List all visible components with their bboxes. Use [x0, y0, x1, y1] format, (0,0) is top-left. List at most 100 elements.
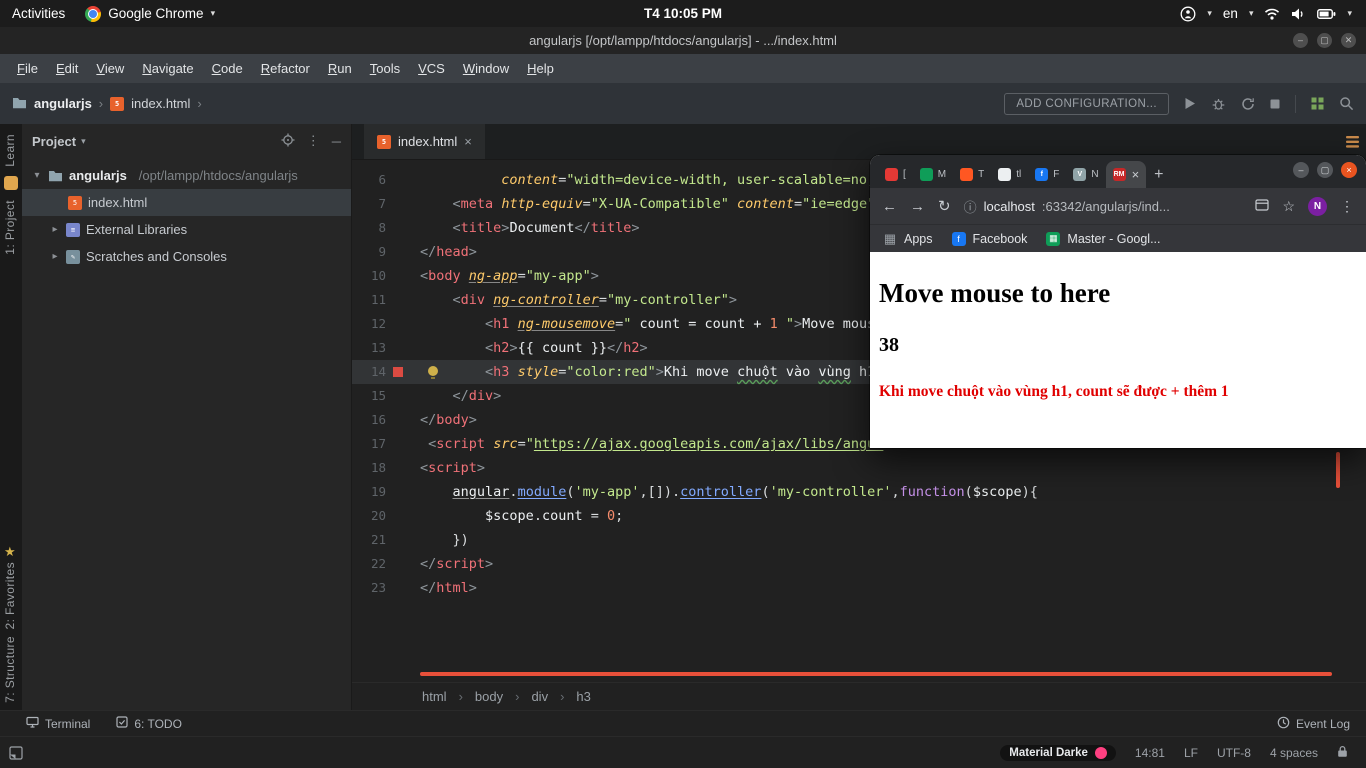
maximize-icon[interactable]: ▢ — [1317, 162, 1333, 178]
options-kebab-icon[interactable]: ⋮ — [307, 133, 320, 149]
add-configuration-button[interactable]: ADD CONFIGURATION... — [1004, 92, 1169, 115]
extension-icon[interactable] — [1255, 198, 1270, 214]
menu-window[interactable]: Window — [454, 61, 518, 76]
gutter[interactable]: 6 — [352, 168, 416, 192]
bookmark-apps[interactable]: ▦ Apps — [883, 231, 933, 246]
stop-icon[interactable] — [1270, 99, 1280, 109]
chrome-tab[interactable]: fF — [1028, 161, 1066, 188]
bookmark-facebook[interactable]: f Facebook — [951, 231, 1027, 246]
gutter[interactable]: 21 — [352, 528, 416, 552]
indent-setting[interactable]: 4 spaces — [1270, 746, 1318, 760]
gutter[interactable]: 10 — [352, 264, 416, 288]
breakpoint-icon[interactable] — [393, 367, 403, 377]
run-icon[interactable] — [1184, 97, 1196, 110]
lock-icon[interactable] — [1337, 745, 1348, 761]
page-heading[interactable]: Move mouse to here — [879, 278, 1357, 309]
tree-item-scratches[interactable]: ▸ ✎ Scratches and Consoles — [22, 243, 351, 270]
tool-button-favorites[interactable]: 2: Favorites — [3, 562, 17, 630]
menu-code[interactable]: Code — [203, 61, 252, 76]
ide-title-bar[interactable]: angularjs [/opt/lampp/htdocs/angularjs] … — [0, 27, 1366, 54]
page-info-icon[interactable]: ⓘ — [964, 197, 977, 216]
gutter[interactable]: 11 — [352, 288, 416, 312]
chevron-collapsed-icon[interactable]: ▸ — [50, 224, 60, 235]
gutter[interactable]: 20 — [352, 504, 416, 528]
new-tab-button[interactable]: + — [1154, 166, 1163, 184]
breadcrumb-h3[interactable]: h3 — [576, 689, 590, 704]
file-encoding[interactable]: UTF-8 — [1217, 746, 1251, 760]
menu-run[interactable]: Run — [319, 61, 361, 76]
app-menu[interactable]: Google Chrome ▾ — [85, 5, 215, 22]
profile-avatar[interactable]: N — [1308, 196, 1327, 216]
code-line-19[interactable]: 19 angular.module('my-app',[]).controlle… — [352, 480, 1366, 504]
vertical-scrollbar[interactable] — [1336, 452, 1340, 488]
language-indicator[interactable]: en — [1223, 6, 1238, 21]
activities-button[interactable]: Activities — [12, 6, 65, 21]
minimize-icon[interactable]: – — [1293, 162, 1309, 178]
back-icon[interactable]: ← — [882, 198, 897, 215]
chrome-active-tab[interactable]: RM × — [1105, 161, 1147, 188]
gutter[interactable]: 16 — [352, 408, 416, 432]
caret-position[interactable]: 14:81 — [1135, 746, 1165, 760]
hide-panel-icon[interactable]: ─ — [332, 134, 341, 149]
theme-switcher[interactable]: Material Darke — [1000, 744, 1116, 761]
chrome-tab[interactable]: T — [953, 161, 991, 188]
gutter[interactable]: 9 — [352, 240, 416, 264]
breadcrumb-project[interactable]: angularjs — [34, 96, 92, 111]
gutter[interactable]: 22 — [352, 552, 416, 576]
code-line-20[interactable]: 20 $scope.count = 0; — [352, 504, 1366, 528]
chevron-expanded-icon[interactable]: ▾ — [32, 170, 42, 181]
learn-plugin-icon[interactable] — [4, 176, 18, 190]
code-line-22[interactable]: 22 </script> — [352, 552, 1366, 576]
project-panel-title[interactable]: Project — [32, 134, 76, 149]
tab-close-icon[interactable]: × — [464, 134, 472, 149]
search-icon[interactable] — [1339, 96, 1354, 111]
horizontal-scrollbar[interactable] — [420, 672, 1332, 676]
chrome-tab[interactable]: [ — [878, 161, 913, 188]
bookmark-star-icon[interactable]: ☆ — [1282, 198, 1295, 215]
tree-item-external-libraries[interactable]: ▸ ≡ External Libraries — [22, 216, 351, 243]
material-grid-icon[interactable] — [1311, 97, 1324, 110]
gutter[interactable]: 23 — [352, 576, 416, 600]
tool-button-learn[interactable]: Learn — [3, 134, 17, 167]
chrome-menu-kebab-icon[interactable]: ⋮ — [1340, 198, 1354, 215]
coverage-refresh-icon[interactable] — [1241, 97, 1255, 111]
wifi-icon[interactable] — [1264, 7, 1280, 21]
clock[interactable]: T4 10:05 PM — [644, 6, 722, 21]
bookmark-master-googl-[interactable]: ▦ Master - Googl... — [1046, 231, 1161, 246]
menu-refactor[interactable]: Refactor — [252, 61, 319, 76]
address-bar[interactable]: ⓘ localhost:63342/angularjs/ind... — [964, 197, 1243, 216]
toolwindow-toggle-icon[interactable] — [0, 745, 23, 760]
chrome-tab[interactable]: VN — [1066, 161, 1105, 188]
locate-file-icon[interactable] — [281, 133, 295, 150]
breadcrumb-file[interactable]: index.html — [131, 96, 190, 111]
close-icon[interactable]: × — [1341, 162, 1357, 178]
chrome-tab[interactable]: M — [913, 161, 953, 188]
gutter[interactable]: 14 — [352, 360, 416, 384]
breadcrumb-body[interactable]: body — [475, 689, 503, 704]
close-icon[interactable]: ✕ — [1341, 33, 1356, 48]
breadcrumb-html[interactable]: html — [422, 689, 447, 704]
menu-vcs[interactable]: VCS — [409, 61, 454, 76]
chevron-collapsed-icon[interactable]: ▸ — [50, 251, 60, 262]
gutter[interactable]: 13 — [352, 336, 416, 360]
tool-button-terminal[interactable]: Terminal — [26, 716, 90, 731]
editor-tab-index-html[interactable]: 5 index.html × — [364, 124, 485, 159]
gutter[interactable]: 15 — [352, 384, 416, 408]
menu-view[interactable]: View — [87, 61, 133, 76]
debug-bug-icon[interactable] — [1211, 97, 1226, 111]
editor-options-icon[interactable] — [1346, 135, 1359, 153]
maximize-icon[interactable]: ▢ — [1317, 33, 1332, 48]
gutter[interactable]: 12 — [352, 312, 416, 336]
line-separator[interactable]: LF — [1184, 746, 1198, 760]
menu-edit[interactable]: Edit — [47, 61, 87, 76]
forward-icon[interactable]: → — [910, 198, 925, 215]
tool-button-event-log[interactable]: Event Log — [1277, 716, 1366, 732]
tab-close-icon[interactable]: × — [1132, 167, 1140, 182]
intention-bulb-icon[interactable] — [428, 366, 438, 379]
volume-icon[interactable] — [1291, 7, 1306, 21]
battery-icon[interactable] — [1317, 8, 1336, 20]
gutter[interactable]: 19 — [352, 480, 416, 504]
reload-icon[interactable]: ↻ — [938, 197, 951, 215]
chevron-down-icon[interactable]: ▾ — [81, 136, 86, 147]
tool-button-todo[interactable]: 6: TODO — [116, 716, 182, 731]
